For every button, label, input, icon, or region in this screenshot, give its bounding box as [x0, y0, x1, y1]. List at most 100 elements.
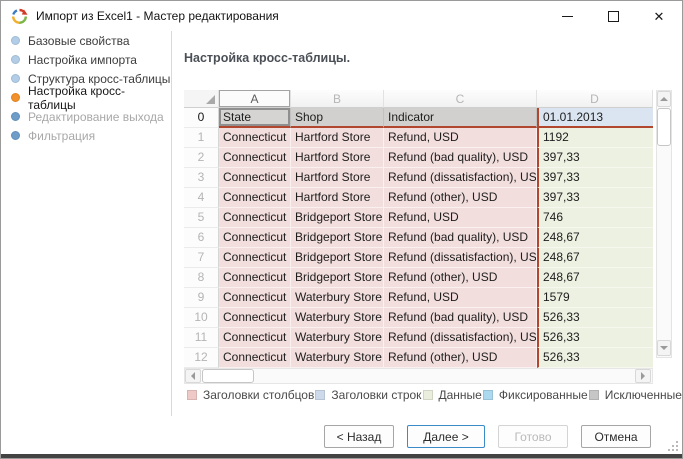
row-number[interactable]: 9 [184, 288, 219, 308]
row-number[interactable]: 12 [184, 348, 219, 368]
step-bullet-icon [11, 74, 20, 83]
cell-state[interactable]: Connecticut [219, 248, 291, 268]
cancel-button[interactable]: Отмена [581, 425, 651, 448]
cell-state[interactable]: Connecticut [219, 148, 291, 168]
cell-state[interactable]: Connecticut [219, 328, 291, 348]
cell-state-caption[interactable]: State [219, 108, 291, 128]
cell-indicator[interactable]: Refund (dissatisfaction), USD [384, 328, 537, 348]
row-number[interactable]: 7 [184, 248, 219, 268]
sidebar-divider [171, 31, 172, 416]
cell-shop[interactable]: Hartford Store [291, 148, 384, 168]
vertical-scrollbar[interactable] [656, 90, 672, 358]
cell-state[interactable]: Connecticut [219, 168, 291, 188]
cell-value[interactable]: 397,33 [537, 168, 653, 188]
cell-indicator[interactable]: Refund (dissatisfaction), USD [384, 168, 537, 188]
row-number[interactable]: 1 [184, 128, 219, 148]
cell-state[interactable]: Connecticut [219, 228, 291, 248]
cell-shop-caption[interactable]: Shop [291, 108, 384, 128]
cell-indicator[interactable]: Refund (other), USD [384, 348, 537, 368]
resize-grip[interactable] [668, 441, 678, 451]
cell-indicator[interactable]: Refund, USD [384, 128, 537, 148]
cell-state[interactable]: Connecticut [219, 188, 291, 208]
cell-value[interactable]: 1579 [537, 288, 653, 308]
cell-shop[interactable]: Hartford Store [291, 128, 384, 148]
scroll-left-button[interactable] [185, 369, 201, 383]
cell-value[interactable]: 397,33 [537, 148, 653, 168]
table-row: 9 Connecticut Waterbury Store Refund, US… [184, 288, 653, 308]
cell-shop[interactable]: Hartford Store [291, 188, 384, 208]
cell-value[interactable]: 1192 [537, 128, 653, 148]
cell-value[interactable]: 746 [537, 208, 653, 228]
sidebar-item-crosstable-settings[interactable]: Настройка кросс-таблицы [1, 88, 171, 107]
cell-value[interactable]: 248,67 [537, 248, 653, 268]
window-controls: ✕ [544, 1, 682, 31]
cell-value[interactable]: 248,67 [537, 268, 653, 288]
back-button[interactable]: < Назад [324, 425, 394, 448]
minimize-button[interactable] [544, 1, 590, 31]
row-number[interactable]: 3 [184, 168, 219, 188]
row-number[interactable]: 5 [184, 208, 219, 228]
cell-value[interactable]: 526,33 [537, 348, 653, 368]
cell-shop[interactable]: Bridgeport Store [291, 228, 384, 248]
cell-indicator-caption[interactable]: Indicator [384, 108, 537, 128]
horizontal-scrollbar[interactable] [184, 368, 653, 384]
legend-fixed: Фиксированные [483, 388, 588, 402]
scroll-right-button[interactable] [635, 369, 651, 383]
cell-indicator[interactable]: Refund (other), USD [384, 268, 537, 288]
row-number[interactable]: 4 [184, 188, 219, 208]
cell-shop[interactable]: Waterbury Store [291, 288, 384, 308]
row-number[interactable]: 11 [184, 328, 219, 348]
table-row: 7 Connecticut Bridgeport Store Refund (d… [184, 248, 653, 268]
column-header-d[interactable]: D [537, 90, 653, 108]
cell-date-caption[interactable]: 01.01.2013 [537, 108, 653, 128]
cell-shop[interactable]: Waterbury Store [291, 328, 384, 348]
cell-value[interactable]: 526,33 [537, 308, 653, 328]
row-number[interactable]: 0 [184, 108, 219, 128]
grid-corner-cell[interactable] [184, 90, 219, 108]
cell-indicator[interactable]: Refund, USD [384, 288, 537, 308]
cell-value[interactable]: 248,67 [537, 228, 653, 248]
row-number[interactable]: 6 [184, 228, 219, 248]
cell-indicator[interactable]: Refund (bad quality), USD [384, 148, 537, 168]
horizontal-scroll-thumb[interactable] [202, 369, 254, 383]
sidebar-item-import-settings[interactable]: Настройка импорта [1, 50, 171, 69]
grid-body: 1 Connecticut Hartford Store Refund, USD… [184, 128, 653, 368]
cell-indicator[interactable]: Refund (dissatisfaction), USD [384, 248, 537, 268]
next-button[interactable]: Далее > [407, 425, 485, 448]
scroll-down-button[interactable] [657, 340, 671, 356]
close-button[interactable]: ✕ [636, 1, 682, 31]
cell-value[interactable]: 397,33 [537, 188, 653, 208]
cell-value[interactable]: 526,33 [537, 328, 653, 348]
cell-indicator[interactable]: Refund (bad quality), USD [384, 308, 537, 328]
cell-state[interactable]: Connecticut [219, 268, 291, 288]
legend-label: Данные [439, 388, 482, 402]
cell-state[interactable]: Connecticut [219, 128, 291, 148]
wizard-footer: < Назад Далее > Готово Отмена [1, 425, 651, 448]
column-header-b[interactable]: B [291, 90, 384, 108]
cell-shop[interactable]: Bridgeport Store [291, 268, 384, 288]
cell-shop[interactable]: Waterbury Store [291, 348, 384, 368]
cell-indicator[interactable]: Refund, USD [384, 208, 537, 228]
maximize-button[interactable] [590, 1, 636, 31]
row-number[interactable]: 2 [184, 148, 219, 168]
cell-indicator[interactable]: Refund (other), USD [384, 188, 537, 208]
scroll-up-button[interactable] [657, 91, 671, 107]
vertical-scroll-thumb[interactable] [657, 108, 671, 146]
row-number[interactable]: 8 [184, 268, 219, 288]
sidebar-item-filtering[interactable]: Фильтрация [1, 126, 171, 145]
cell-indicator[interactable]: Refund (bad quality), USD [384, 228, 537, 248]
column-header-c[interactable]: C [384, 90, 537, 108]
table-row: 11 Connecticut Waterbury Store Refund (d… [184, 328, 653, 348]
row-number[interactable]: 10 [184, 308, 219, 328]
column-header-a[interactable]: A [219, 90, 291, 108]
cell-shop[interactable]: Bridgeport Store [291, 248, 384, 268]
sidebar-item-basic-properties[interactable]: Базовые свойства [1, 31, 171, 50]
cell-shop[interactable]: Bridgeport Store [291, 208, 384, 228]
cell-state[interactable]: Connecticut [219, 288, 291, 308]
cell-state[interactable]: Connecticut [219, 348, 291, 368]
cell-state[interactable]: Connecticut [219, 208, 291, 228]
cell-shop[interactable]: Hartford Store [291, 168, 384, 188]
cell-shop[interactable]: Waterbury Store [291, 308, 384, 328]
sidebar-item-output-editing[interactable]: Редактирование выхода [1, 107, 171, 126]
cell-state[interactable]: Connecticut [219, 308, 291, 328]
